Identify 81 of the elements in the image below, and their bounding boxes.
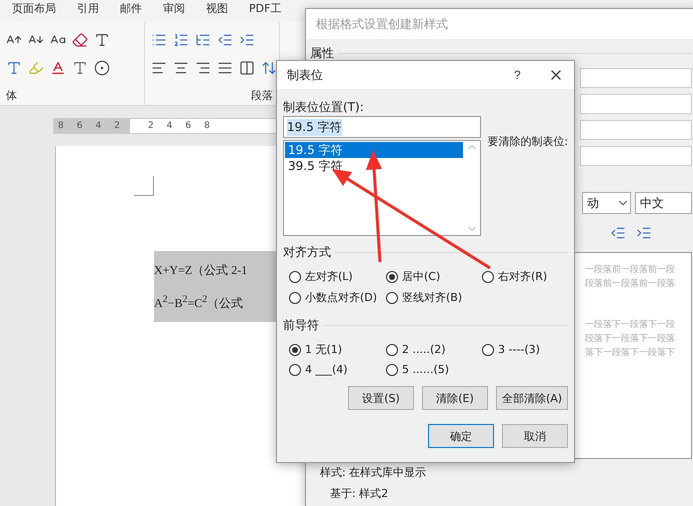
ruler-number: 8 [58, 121, 64, 131]
radio-option[interactable]: 1 无(1) [289, 342, 386, 357]
radio-button[interactable] [386, 292, 398, 304]
section-heading: 属性 [310, 45, 334, 62]
input-field[interactable] [580, 146, 692, 166]
align-left-icon[interactable] [151, 60, 167, 76]
group-label: 体 [6, 88, 17, 103]
ribbon-tab[interactable]: 视图 [206, 1, 228, 16]
dialog-button[interactable]: 全部清除(A) [496, 386, 568, 410]
list-item[interactable]: 19.5 字符 [285, 142, 464, 158]
decrease-indent-icon[interactable] [610, 225, 626, 241]
input-field[interactable] [580, 120, 692, 140]
ribbon-tab[interactable]: 页面布局 [12, 1, 56, 16]
decrease-indent-icon[interactable] [217, 32, 233, 48]
radio-button[interactable] [289, 270, 301, 282]
ruler-number: 6 [185, 121, 192, 131]
radio-option[interactable]: 2 .....(2) [386, 342, 482, 357]
group-label: 段落 [251, 88, 273, 103]
ok-button[interactable]: 确定 [428, 424, 494, 448]
multilevel-list-icon[interactable] [195, 32, 211, 48]
font-color-icon[interactable] [50, 60, 66, 76]
radio-button[interactable] [482, 270, 494, 282]
ribbon-tab[interactable]: 邮件 [120, 1, 142, 16]
input-field[interactable] [580, 68, 692, 88]
tab-position-input[interactable]: 19.5 字符 [283, 116, 482, 138]
text-effect-icon[interactable] [6, 60, 22, 76]
radio-option[interactable]: 竖线对齐(B) [386, 290, 482, 305]
radio-option[interactable]: 左对齐(L) [289, 269, 386, 284]
style-info-text: 样式: 在样式库中显示 [319, 465, 428, 480]
radio-button[interactable] [482, 344, 494, 356]
dialog-title: 根据格式设置创建新样式 [316, 16, 449, 32]
ruler-number: 6 [76, 121, 82, 131]
radio-button[interactable] [386, 270, 398, 282]
formula-line: A$^{2}$−B$^{2}$=C$^{2}$（公式 [154, 293, 244, 312]
ribbon-tab[interactable]: 审阅 [163, 1, 185, 16]
ruler-number: 2 [148, 121, 154, 131]
preview-text: 一段落下一段落下一段 [585, 318, 676, 331]
radio-option[interactable]: 3 ----(3) [482, 342, 572, 357]
language-combo[interactable]: 中文 [635, 192, 692, 214]
preview-text: 一段落前一段落前一段 [585, 264, 676, 276]
font-combo[interactable]: 动 [582, 192, 632, 214]
increase-indent-icon[interactable] [636, 225, 652, 241]
field-label: 制表位位置(T): [283, 99, 365, 116]
radio-button[interactable] [289, 364, 301, 376]
radio-option[interactable]: 居中(C) [386, 269, 482, 284]
radio-button[interactable] [289, 344, 301, 356]
align-center-icon[interactable] [173, 60, 189, 76]
style-info-text: 基于: 样式2 [329, 486, 390, 501]
group-heading: 前导符 [283, 317, 319, 334]
radio-option[interactable]: 4 ___(4) [289, 363, 386, 376]
input-field[interactable] [580, 94, 692, 114]
radio-option[interactable]: 右对齐(R) [482, 269, 572, 284]
preview-text: 段落下一段落下一段落 [585, 332, 676, 345]
ruler-number: 4 [166, 121, 172, 131]
group-heading: 对齐方式 [283, 244, 331, 261]
justify-icon[interactable] [217, 60, 233, 76]
dialog-title: 制表位 [287, 66, 324, 84]
radio-button[interactable] [289, 292, 301, 304]
ruler-number: 8 [204, 121, 210, 131]
line-spacing-icon[interactable] [261, 60, 277, 76]
ribbon-tab[interactable]: PDF工 [249, 1, 282, 16]
align-right-icon[interactable] [195, 60, 211, 76]
radio-option[interactable]: 5 ......(5) [386, 363, 482, 376]
radio-option[interactable]: 小数点对齐(D) [289, 290, 386, 305]
dialog-button[interactable]: 清除(E) [422, 386, 488, 410]
ruler-number: 4 [95, 121, 102, 131]
help-button[interactable]: ? [508, 67, 538, 83]
radio-button[interactable] [386, 364, 398, 376]
ruler-number: 2 [114, 121, 120, 131]
preview-text: 落下一段落下一段落下 [585, 346, 676, 359]
numbered-list-icon[interactable] [173, 32, 189, 48]
radio-button[interactable] [386, 344, 398, 356]
margin-corner-mark [134, 176, 154, 196]
field-label: 要清除的制表位: [487, 134, 568, 150]
eraser-icon[interactable] [72, 32, 88, 48]
dialog-button[interactable]: 设置(S) [348, 386, 414, 410]
preview-text: 段落前一段落前一段落 [585, 278, 676, 290]
increase-indent-icon[interactable] [239, 32, 255, 48]
cancel-button[interactable]: 取消 [502, 424, 568, 448]
ribbon-tab[interactable]: 引用 [77, 1, 99, 16]
formula-line: X+Y=Z（公式 2-1 [154, 262, 248, 279]
